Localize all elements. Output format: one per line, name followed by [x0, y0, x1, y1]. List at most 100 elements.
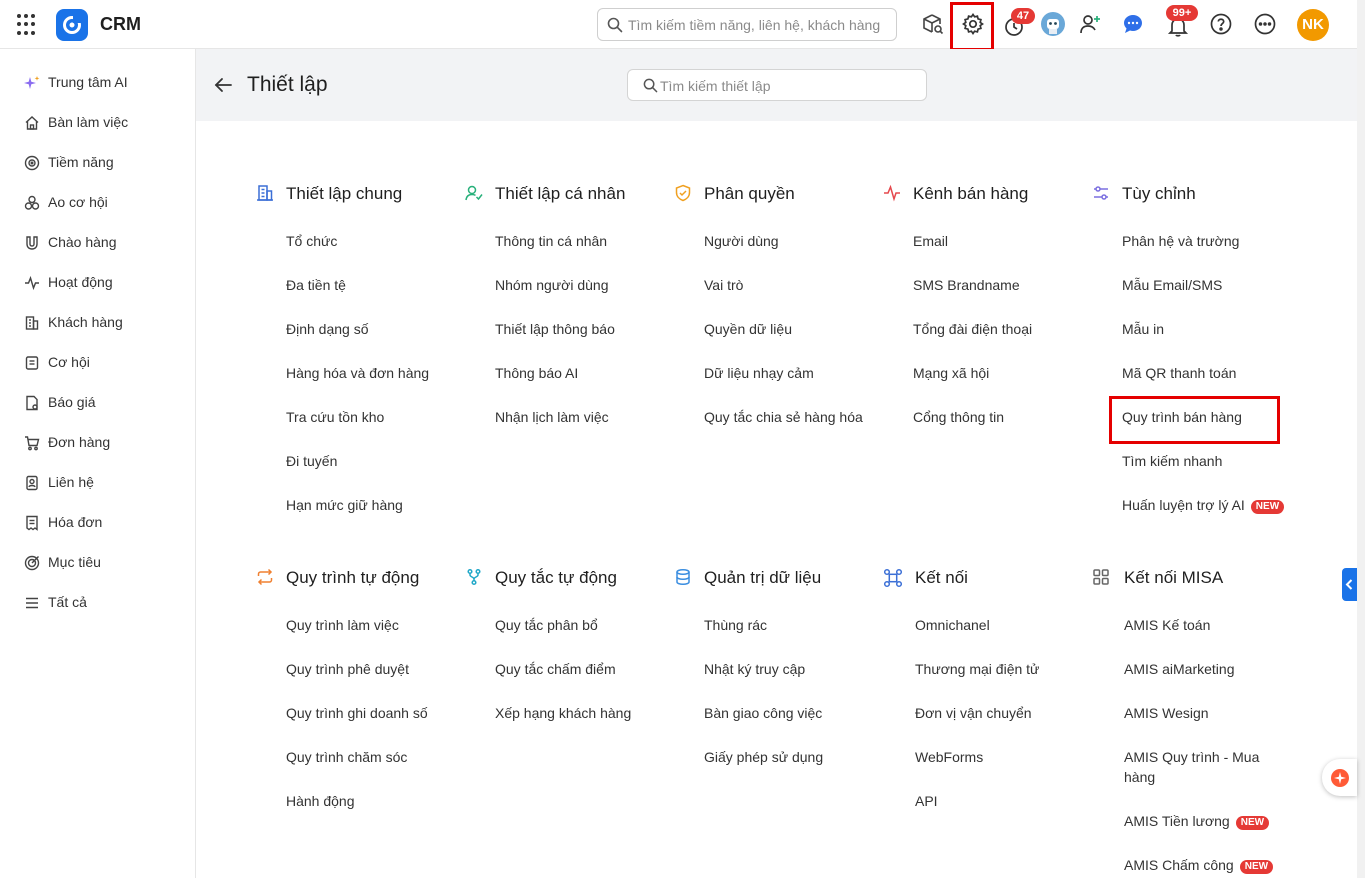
setting-link-ecommerce[interactable]: Thương mại điện tử	[915, 659, 1039, 679]
setting-link-roles[interactable]: Vai trò	[704, 275, 743, 295]
page-scrollbar[interactable]	[1357, 0, 1365, 878]
setting-link-social-networks[interactable]: Mạng xã hội	[913, 363, 989, 383]
setting-link-hold-limit[interactable]: Hạn mức giữ hàng	[286, 495, 403, 515]
setting-link-portal[interactable]: Cổng thông tin	[913, 407, 1004, 427]
setting-link-email-sms-templates[interactable]: Mẫu Email/SMS	[1122, 275, 1222, 295]
apps-grid-icon[interactable]	[17, 14, 39, 36]
setting-link-ai-assistant-training[interactable]: Huấn luyện trợ lý AI NEW	[1122, 495, 1285, 515]
setting-link-notification-settings[interactable]: Thiết lập thông báo	[495, 319, 615, 339]
setting-link-payment-qr[interactable]: Mã QR thanh toán	[1122, 363, 1236, 383]
sidebar-item-label: Mục tiêu	[48, 554, 101, 570]
sidebar-item-customers[interactable]: Khách hàng	[0, 302, 195, 342]
setting-link-work-handover[interactable]: Bàn giao công việc	[704, 703, 822, 723]
setting-link-stock-lookup[interactable]: Tra cứu tồn kho	[286, 407, 384, 427]
setting-link-workflows[interactable]: Quy trình làm việc	[286, 615, 399, 635]
setting-link-print-templates[interactable]: Mẫu in	[1122, 319, 1164, 339]
setting-link-email[interactable]: Email	[913, 231, 948, 251]
setting-link-organization[interactable]: Tổ chức	[286, 231, 337, 251]
sidebar-item-contacts[interactable]: Liên hệ	[0, 462, 195, 502]
crm-logo-icon[interactable]	[56, 9, 88, 41]
help-icon[interactable]	[1209, 12, 1233, 36]
setting-link-amis-accounting[interactable]: AMIS Kế toán	[1124, 615, 1210, 635]
setting-link-allocation-rules[interactable]: Quy tắc phân bổ	[495, 615, 598, 635]
setting-link-shipping-providers[interactable]: Đơn vị vận chuyển	[915, 703, 1032, 723]
sidebar-item-label: Hoạt động	[48, 274, 113, 290]
settings-search-input[interactable]	[660, 77, 920, 95]
section-title-customization: Tùy chỉnh	[1122, 184, 1196, 203]
setting-link-label: Huấn luyện trợ lý AI	[1122, 497, 1245, 513]
setting-link-sms-brandname[interactable]: SMS Brandname	[913, 275, 1020, 295]
sidebar-item-label: Tiềm năng	[48, 154, 114, 170]
setting-link-personal-info[interactable]: Thông tin cá nhân	[495, 231, 607, 251]
setting-link-license[interactable]: Giấy phép sử dụng	[704, 747, 823, 767]
setting-link-recycle-bin[interactable]: Thùng rác	[704, 615, 767, 635]
package-search-icon[interactable]	[921, 12, 945, 36]
setting-link-scoring-rules[interactable]: Quy tắc chấm điểm	[495, 659, 616, 679]
setting-link-webforms[interactable]: WebForms	[915, 747, 983, 767]
top-bar: CRM 47 99+ NK	[0, 0, 1357, 51]
setting-link-omnichannel[interactable]: Omnichanel	[915, 615, 990, 635]
chat-icon[interactable]	[1121, 12, 1145, 36]
setting-link-actions[interactable]: Hành động	[286, 791, 355, 811]
sidebar-item-activities[interactable]: Hoạt động	[0, 262, 195, 302]
sidebar-item-invoices[interactable]: Hóa đơn	[0, 502, 195, 542]
cart-icon	[25, 436, 40, 451]
setting-link-user-groups[interactable]: Nhóm người dùng	[495, 275, 609, 295]
setting-link-amis-payroll[interactable]: AMIS Tiền lương NEW	[1124, 811, 1270, 831]
setting-link-amis-timekeeping[interactable]: AMIS Chấm công NEW	[1124, 855, 1274, 875]
sidebar-item-quotes[interactable]: Báo giá	[0, 382, 195, 422]
setting-link-number-format[interactable]: Định dạng số	[286, 319, 369, 339]
sidebar-item-all[interactable]: Tất cả	[0, 582, 195, 622]
sidebar-item-label: Khách hàng	[48, 314, 123, 330]
setting-link-api[interactable]: API	[915, 791, 938, 811]
contact-icon	[26, 475, 38, 491]
side-panel-toggle[interactable]	[1342, 568, 1357, 601]
sidebar-item-offers[interactable]: Chào hàng	[0, 222, 195, 262]
robot-avatar-icon[interactable]	[1041, 12, 1065, 36]
setting-link-amis-aimarketing[interactable]: AMIS aiMarketing	[1124, 659, 1234, 679]
search-icon	[607, 17, 623, 33]
setting-link-ai-notifications[interactable]: Thông báo AI	[495, 363, 578, 383]
sidebar-item-leads[interactable]: Tiềm năng	[0, 142, 195, 182]
setting-link-multi-currency[interactable]: Đa tiền tệ	[286, 275, 346, 295]
global-search-input[interactable]	[628, 16, 890, 34]
setting-link-work-schedule[interactable]: Nhận lịch làm việc	[495, 407, 609, 427]
global-search[interactable]	[597, 8, 897, 41]
setting-link-amis-purchasing[interactable]: AMIS Quy trình - Mua hàng	[1124, 747, 1284, 787]
setting-link-users[interactable]: Người dùng	[704, 231, 779, 251]
sidebar-item-opportunities[interactable]: Cơ hội	[0, 342, 195, 382]
setting-link-routes[interactable]: Đi tuyến	[286, 451, 337, 471]
setting-link-sensitive-data[interactable]: Dữ liệu nhạy cảm	[704, 363, 814, 383]
sidebar-item-label: Ao cơ hội	[48, 194, 108, 210]
add-user-icon[interactable]	[1078, 12, 1102, 36]
setting-link-data-permissions[interactable]: Quyền dữ liệu	[704, 319, 792, 339]
sidebar-item-goals[interactable]: Mục tiêu	[0, 542, 195, 582]
sidebar-item-label: Chào hàng	[48, 234, 117, 250]
sidebar-item-ai-center[interactable]: Trung tâm AI	[0, 62, 195, 102]
setting-link-quick-search[interactable]: Tìm kiếm nhanh	[1122, 451, 1222, 471]
sidebar-item-opportunity-pool[interactable]: Ao cơ hội	[0, 182, 195, 222]
setting-link-access-log[interactable]: Nhật ký truy cập	[704, 659, 805, 679]
sidebar-item-workspace[interactable]: Bàn làm việc	[0, 102, 195, 142]
setting-link-amis-wesign[interactable]: AMIS Wesign	[1124, 703, 1209, 723]
setting-link-revenue-recording[interactable]: Quy trình ghi doanh số	[286, 703, 428, 723]
setting-link-care-processes[interactable]: Quy trình chăm sóc	[286, 747, 407, 767]
user-avatar[interactable]: NK	[1297, 9, 1329, 41]
pool-icon	[24, 195, 40, 210]
target-icon	[24, 155, 40, 171]
sidebar-item-orders[interactable]: Đơn hàng	[0, 422, 195, 462]
setting-link-product-sharing-rules[interactable]: Quy tắc chia sẻ hàng hóa	[704, 407, 863, 427]
setting-link-customer-ranking[interactable]: Xếp hạng khách hàng	[495, 703, 631, 723]
sidebar-item-label: Báo giá	[48, 394, 96, 410]
ai-assistant-button[interactable]	[1322, 759, 1357, 796]
setting-link-approval-processes[interactable]: Quy trình phê duyệt	[286, 659, 409, 679]
setting-link-modules-fields[interactable]: Phân hệ và trường	[1122, 231, 1239, 251]
settings-search[interactable]	[627, 69, 927, 101]
setting-link-call-center[interactable]: Tổng đài điện thoại	[913, 319, 1032, 339]
sidebar-item-label: Trung tâm AI	[48, 74, 128, 90]
setting-link-products-orders[interactable]: Hàng hóa và đơn hàng	[286, 363, 429, 383]
more-icon[interactable]	[1253, 12, 1277, 36]
ai-sparkle-icon	[1331, 769, 1349, 787]
back-arrow-icon[interactable]	[213, 75, 233, 95]
setting-link-label: AMIS Chấm công	[1124, 857, 1234, 873]
